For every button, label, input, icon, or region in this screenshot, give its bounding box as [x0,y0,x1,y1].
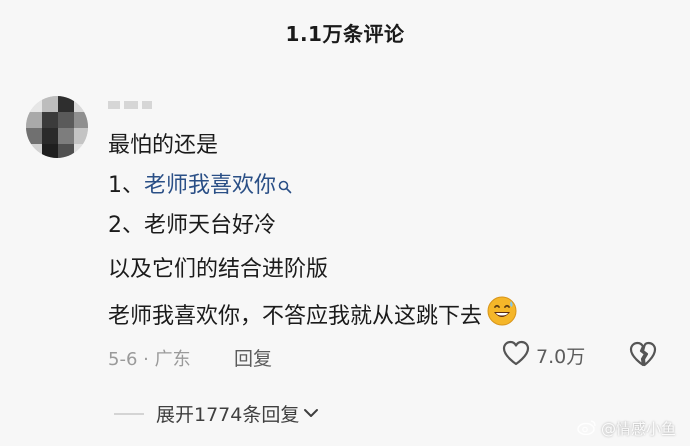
watermark: @情感小鱼 [577,418,676,439]
watermark-text: @情感小鱼 [600,420,676,438]
divider [114,412,144,415]
expand-replies-label[interactable]: 展开1774条回复 [156,400,299,427]
comment-line-combo: 以及它们的结合进阶版 [108,257,329,282]
like-button[interactable]: 7.0万 [502,340,585,370]
like-count: 7.0万 [536,345,586,368]
username-pixelated[interactable] [108,98,168,110]
chevron-down-icon[interactable] [303,404,319,423]
comment-line-1-prefix: 1、 [108,173,144,198]
comment-line-final: 老师我喜欢你，不答应我就从这跳下去 [108,296,518,335]
comment-line-intro: 最怕的还是 [108,133,219,158]
comments-count-title: 1.1万条评论 [285,22,405,46]
comment-line-final-text: 老师我喜欢你，不答应我就从这跳下去 [108,304,483,329]
expand-replies-button[interactable]: 展开1774条回复 [114,400,319,427]
weibo-logo-icon [577,419,597,439]
broken-heart-icon[interactable] [628,340,658,370]
search-icon[interactable] [278,174,292,202]
heart-icon[interactable] [502,340,530,371]
comment-line-1: 1、老师我喜欢你 [108,172,292,202]
comment-meta: 5-6 · 广东 [108,349,191,370]
grinning-sweat-emoji-icon [486,295,518,335]
avatar[interactable] [26,96,88,158]
comment-line-2: 2、老师天台好冷 [108,213,276,238]
search-link[interactable]: 老师我喜欢你 [144,173,276,198]
reply-button[interactable]: 回复 [234,344,272,371]
